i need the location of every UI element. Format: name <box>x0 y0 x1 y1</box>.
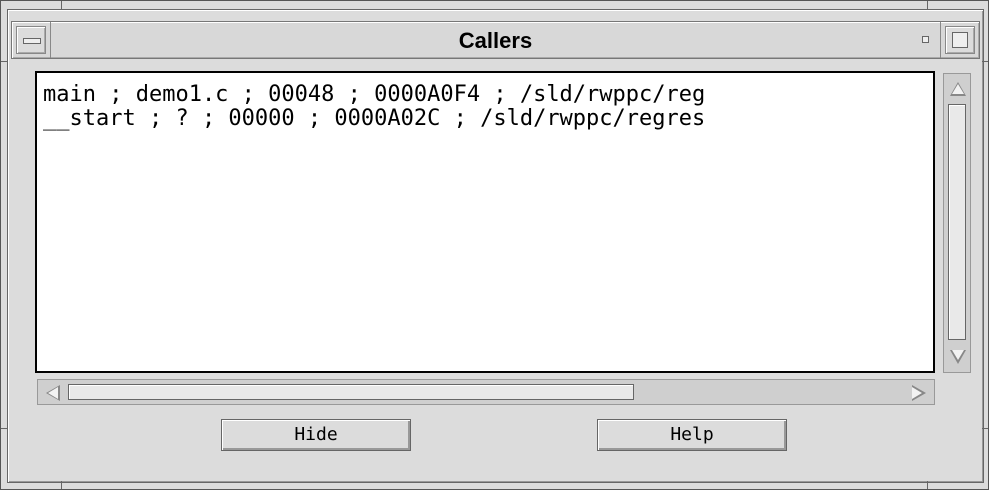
vertical-scrollbar[interactable] <box>943 73 971 373</box>
scroll-left-icon[interactable] <box>46 385 60 401</box>
maximize-button[interactable] <box>945 26 975 54</box>
frame-notch <box>1 61 7 62</box>
vertical-scroll-thumb[interactable] <box>948 104 966 340</box>
frame-notch <box>982 61 988 62</box>
callers-list[interactable]: main ; demo1.c ; 00048 ; 0000A0F4 ; /sld… <box>35 71 935 373</box>
frame-notch <box>61 481 62 489</box>
callers-window: Callers main ; demo1.c ; 00048 ; 0000A0F… <box>0 0 989 490</box>
caller-line[interactable]: __start ; ? ; 00000 ; 0000A02C ; /sld/rw… <box>43 107 705 131</box>
scroll-right-icon[interactable] <box>912 385 926 401</box>
minimize-button[interactable] <box>911 26 941 54</box>
maximize-icon <box>952 32 968 48</box>
help-button[interactable]: Help <box>597 419 787 451</box>
horizontal-scroll-thumb[interactable] <box>68 384 634 400</box>
horizontal-scrollbar[interactable] <box>37 379 935 405</box>
hide-button[interactable]: Hide <box>221 419 411 451</box>
frame-notch <box>1 428 7 429</box>
scroll-up-icon[interactable] <box>950 82 966 96</box>
window-title: Callers <box>458 28 533 53</box>
minimize-icon <box>922 36 929 43</box>
caller-line[interactable]: main ; demo1.c ; 00048 ; 0000A0F4 ; /sld… <box>43 83 705 107</box>
frame-notch <box>982 428 988 429</box>
frame-notch <box>927 481 928 489</box>
frame-notch <box>927 1 928 9</box>
scroll-down-icon[interactable] <box>950 350 966 364</box>
frame-notch <box>61 1 62 9</box>
title-bar[interactable]: Callers <box>11 21 980 59</box>
